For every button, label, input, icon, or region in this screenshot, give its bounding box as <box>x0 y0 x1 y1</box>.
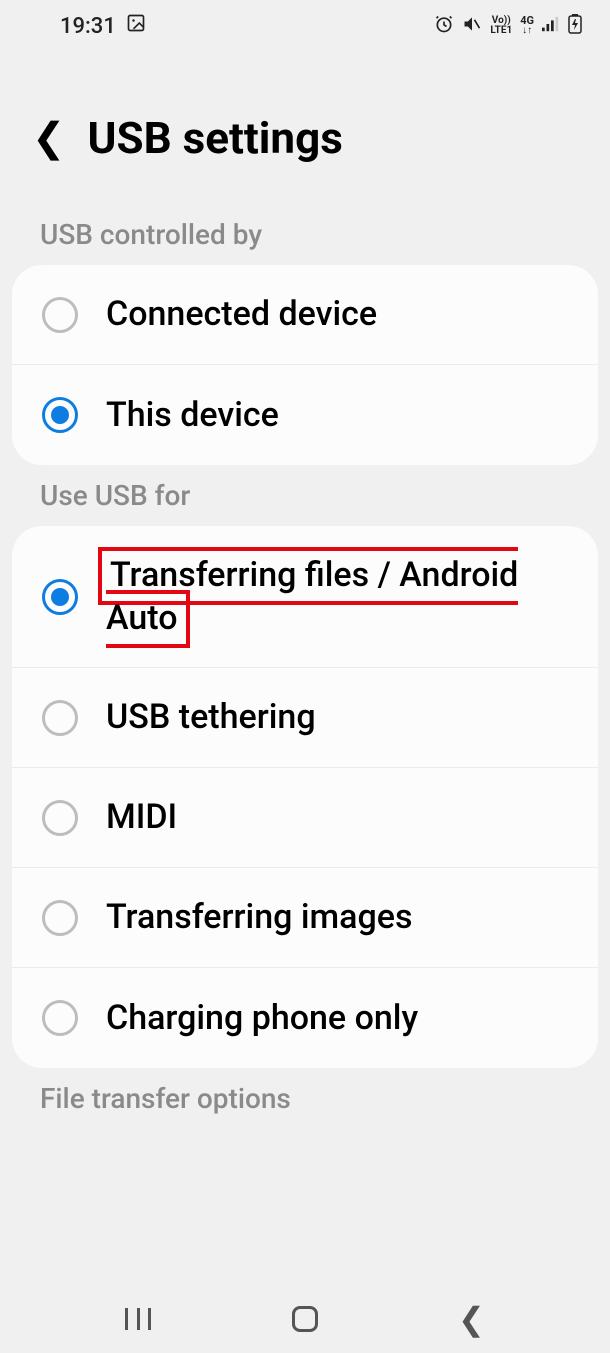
radio-row-midi[interactable]: MIDI <box>12 768 598 868</box>
mute-icon <box>462 14 482 39</box>
card-controlled-by: Connected device This device <box>12 265 598 465</box>
signal-icon <box>542 16 560 37</box>
radio-icon <box>42 800 78 836</box>
back-icon[interactable]: ❮ <box>32 118 66 158</box>
radio-label: Charging phone only <box>106 997 580 1040</box>
radio-icon <box>42 900 78 936</box>
radio-icon <box>42 297 78 333</box>
highlight-annotation: Transferring files / Android Auto <box>98 547 518 648</box>
network-indicator: 4G ↓↑ <box>520 16 534 36</box>
radio-label: MIDI <box>106 796 580 839</box>
page-header: ❮ USB settings <box>0 52 610 204</box>
radio-row-usb-tethering[interactable]: USB tethering <box>12 668 598 768</box>
radio-row-this-device[interactable]: This device <box>12 365 598 465</box>
radio-label: Transferring files / Android Auto <box>106 554 580 639</box>
alarm-icon <box>434 14 454 39</box>
card-use-for: Transferring files / Android Auto USB te… <box>12 526 598 1068</box>
radio-icon-selected <box>42 397 78 433</box>
radio-icon <box>42 1000 78 1036</box>
volte-indicator: Vo)) LTE1 <box>490 16 512 36</box>
image-icon <box>126 13 146 39</box>
page-title: USB settings <box>88 112 343 164</box>
radio-label: Transferring images <box>106 896 580 939</box>
status-time: 19:31 <box>60 14 116 39</box>
radio-row-connected-device[interactable]: Connected device <box>12 265 598 365</box>
nav-home-icon[interactable] <box>292 1306 318 1332</box>
navigation-bar: ❮ <box>0 1285 610 1353</box>
section-header-controlled-by: USB controlled by <box>0 204 610 265</box>
status-bar: 19:31 Vo)) LTE1 4G ↓↑ <box>0 0 610 52</box>
radio-icon <box>42 700 78 736</box>
nav-back-icon[interactable]: ❮ <box>458 1300 485 1338</box>
radio-row-transfer-images[interactable]: Transferring images <box>12 868 598 968</box>
section-header-use-for: Use USB for <box>0 465 610 526</box>
radio-label: USB tethering <box>106 696 580 739</box>
radio-row-transfer-files[interactable]: Transferring files / Android Auto <box>12 526 598 668</box>
battery-charging-icon <box>568 14 582 39</box>
nav-recent-icon[interactable] <box>125 1308 151 1330</box>
radio-label: Connected device <box>106 293 580 336</box>
radio-row-charging-only[interactable]: Charging phone only <box>12 968 598 1068</box>
radio-icon-selected <box>42 579 78 615</box>
radio-label: This device <box>106 394 580 437</box>
section-header-file-transfer: File transfer options <box>0 1068 610 1129</box>
